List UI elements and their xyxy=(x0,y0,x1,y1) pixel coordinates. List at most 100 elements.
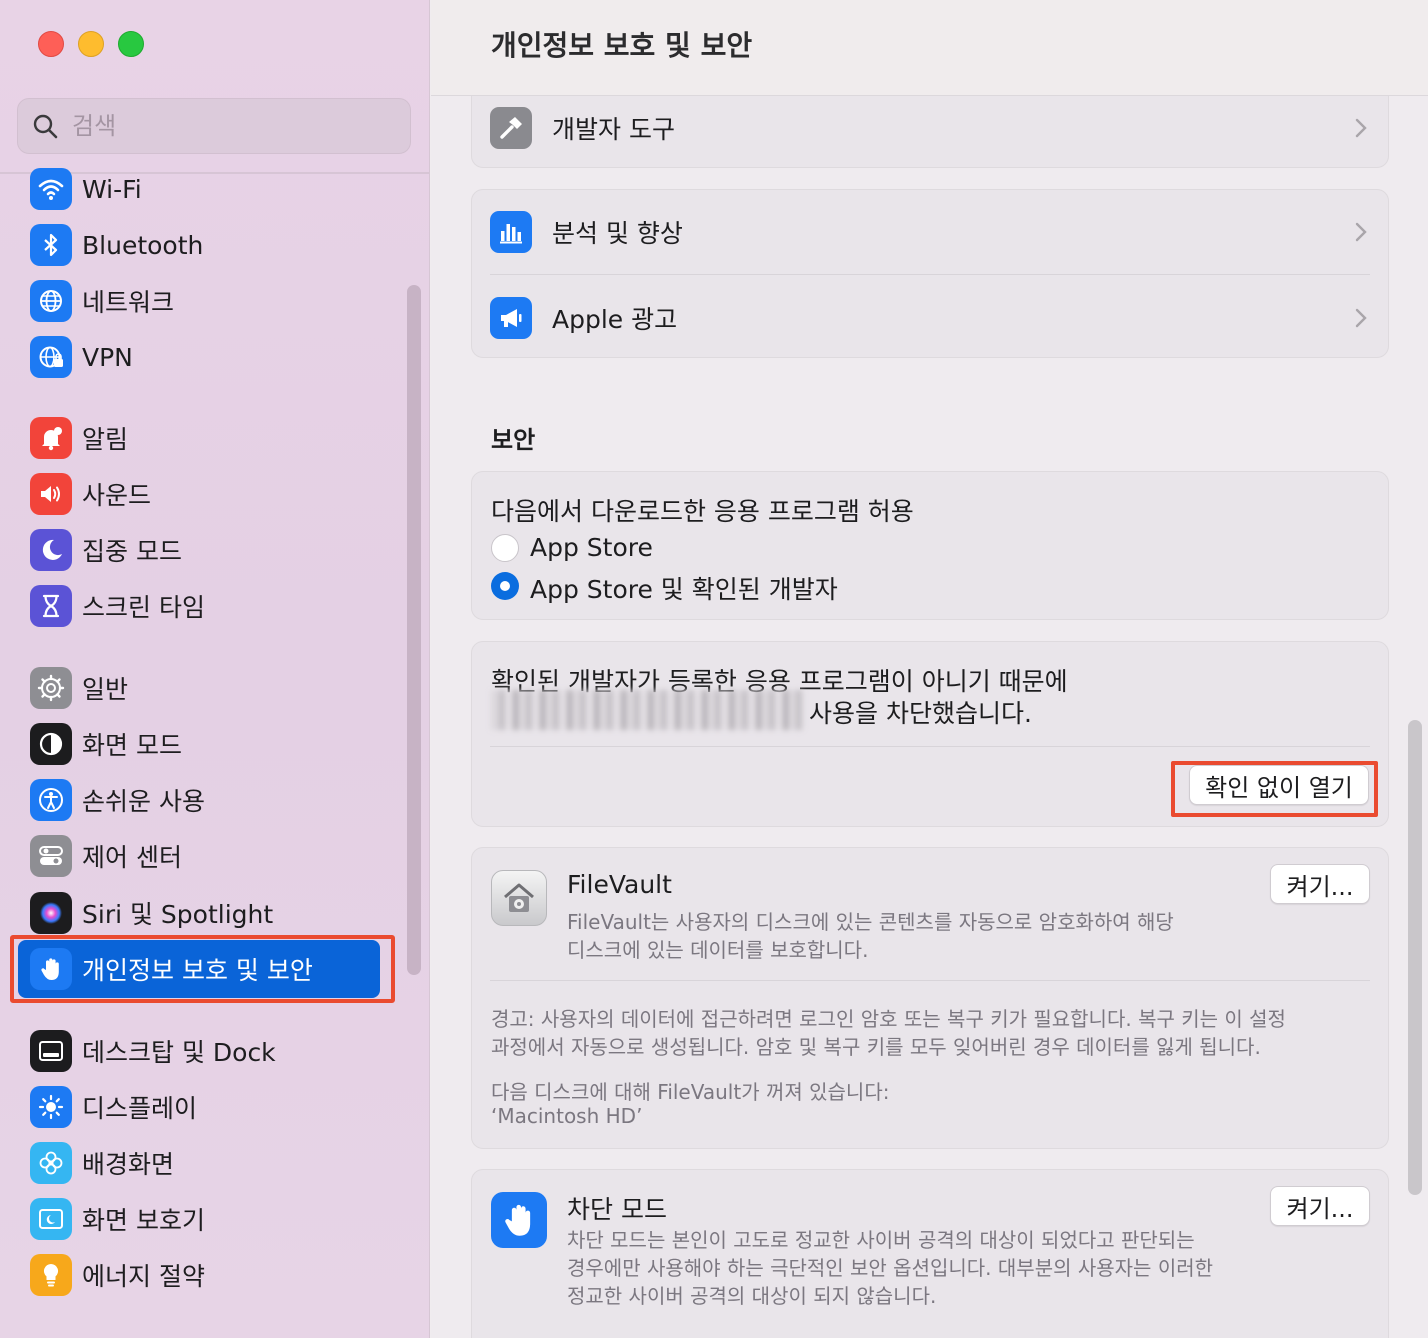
radio-app-store-identified-label: App Store 및 확인된 개발자 xyxy=(530,575,838,604)
sidebar-item-appearance[interactable]: 화면 모드 xyxy=(30,722,390,766)
sun-icon xyxy=(30,1086,72,1128)
sidebar-item-screen-time[interactable]: 스크린 타임 xyxy=(30,584,390,628)
megaphone-icon xyxy=(490,297,532,339)
filevault-disk-status: 다음 디스크에 대해 FileVault가 꺼져 있습니다: xyxy=(491,1080,890,1104)
sidebar-item-label: Siri 및 Spotlight xyxy=(82,900,274,929)
sidebar-item-label: 네트워크 xyxy=(82,288,175,317)
search-field[interactable] xyxy=(17,98,411,154)
vpn-globe-icon xyxy=(30,336,72,378)
bar-chart-icon xyxy=(490,211,532,253)
appearance-icon xyxy=(30,723,72,765)
security-section-title: 보안 xyxy=(491,426,536,454)
analytics-label: 분석 및 향상 xyxy=(552,219,683,248)
bell-icon xyxy=(30,417,72,459)
row-separator xyxy=(490,274,1370,275)
sidebar-item-bluetooth[interactable]: Bluetooth xyxy=(30,223,390,267)
hourglass-icon xyxy=(30,585,72,627)
page-title: 개인정보 보호 및 보안 xyxy=(491,29,753,62)
filevault-turn-on-button[interactable]: 켜기... xyxy=(1270,864,1370,904)
filevault-warning-line1: 경고: 사용자의 데이터에 접근하려면 로그인 암호 또는 복구 키가 필요합니… xyxy=(491,1007,1286,1031)
sidebar-item-network[interactable]: 네트워크 xyxy=(30,279,390,323)
zoom-button[interactable] xyxy=(118,31,144,57)
sidebar-item-label: 디스플레이 xyxy=(82,1094,198,1123)
filevault-house-icon xyxy=(491,870,547,926)
sidebar-scrollbar[interactable] xyxy=(407,285,421,975)
main-scrollbar[interactable] xyxy=(1408,720,1422,1195)
radio-app-store[interactable] xyxy=(491,534,519,562)
filevault-description-line1: FileVault는 사용자의 디스크에 있는 콘텐츠를 자동으로 암호화하여 … xyxy=(567,910,1174,934)
apple-ads-label: Apple 광고 xyxy=(552,305,678,334)
radio-app-store-identified[interactable] xyxy=(491,572,519,600)
hand-icon xyxy=(30,948,72,990)
sidebar-item-label: 알림 xyxy=(82,425,129,454)
sidebar-item-accessibility[interactable]: 손쉬운 사용 xyxy=(30,778,390,822)
minimize-button[interactable] xyxy=(78,31,104,57)
sidebar-item-focus[interactable]: 집중 모드 xyxy=(30,528,390,572)
hammer-icon xyxy=(490,107,532,149)
close-button[interactable] xyxy=(38,31,64,57)
sidebar-item-siri[interactable]: Siri 및 Spotlight xyxy=(30,891,390,935)
search-icon xyxy=(33,114,58,139)
wifi-icon xyxy=(30,168,72,210)
allow-apps-title: 다음에서 다운로드한 응용 프로그램 허용 xyxy=(491,497,914,526)
siri-icon xyxy=(30,892,72,934)
open-anyway-highlight xyxy=(1171,761,1378,817)
gear-icon xyxy=(30,667,72,709)
sidebar-item-privacy-security[interactable]: 개인정보 보호 및 보안 xyxy=(18,940,380,998)
lockdown-mode-title: 차단 모드 xyxy=(567,1195,667,1224)
sidebar-item-general[interactable]: 일반 xyxy=(30,666,390,710)
bluetooth-icon xyxy=(30,224,72,266)
sidebar-item-label: 제어 센터 xyxy=(82,843,182,872)
sidebar-item-label: VPN xyxy=(82,342,133,372)
lockdown-description-line2: 경우에만 사용해야 하는 극단적인 보안 옵션입니다. 대부분의 사용자는 이러… xyxy=(567,1256,1214,1280)
sidebar-item-label: 개인정보 보호 및 보안 xyxy=(82,956,313,985)
sidebar-item-displays[interactable]: 디스플레이 xyxy=(30,1085,390,1129)
moon-icon xyxy=(30,529,72,571)
redacted-app-name xyxy=(491,690,803,730)
sidebar-item-label: 에너지 절약 xyxy=(82,1262,205,1291)
sidebar-item-energy-saver[interactable]: 에너지 절약 xyxy=(30,1253,390,1297)
globe-icon xyxy=(30,280,72,322)
analytics-ads-card: 분석 및 향상 Apple 광고 xyxy=(471,189,1389,358)
sidebar-item-control-center[interactable]: 제어 센터 xyxy=(30,834,390,878)
sidebar-item-label: 데스크탑 및 Dock xyxy=(82,1038,276,1067)
sidebar-item-label: 화면 보호기 xyxy=(82,1206,205,1235)
toggles-icon xyxy=(30,835,72,877)
lockdown-turn-on-button[interactable]: 켜기... xyxy=(1270,1186,1370,1226)
window-controls xyxy=(38,31,144,57)
analytics-row[interactable]: 분석 및 향상 xyxy=(472,211,1388,253)
filevault-title: FileVault xyxy=(567,870,672,899)
main-pane: 개인정보 보호 및 보안 개발자 도구 분석 및 향상 Apple 광고 보안 … xyxy=(431,0,1428,1338)
sidebar-item-wifi[interactable]: Wi-Fi xyxy=(30,167,390,211)
chevron-right-icon xyxy=(1355,308,1367,328)
sidebar-item-sound[interactable]: 사운드 xyxy=(30,472,390,516)
sidebar-item-desktop-dock[interactable]: 데스크탑 및 Dock xyxy=(30,1029,390,1073)
lockdown-description-line1: 차단 모드는 본인이 고도로 정교한 사이버 공격의 대상이 되었다고 판단되는 xyxy=(567,1228,1195,1252)
sidebar-item-vpn[interactable]: VPN xyxy=(30,335,390,379)
radio-app-store-label: App Store xyxy=(530,533,653,562)
sidebar-item-label: 스크린 타임 xyxy=(82,593,205,622)
blocked-message-line2: 사용을 차단했습니다. xyxy=(809,699,1032,728)
flower-icon xyxy=(30,1142,72,1184)
sidebar-item-label: Wi-Fi xyxy=(82,174,142,204)
lockdown-mode-card: 차단 모드 차단 모드는 본인이 고도로 정교한 사이버 공격의 대상이 되었다… xyxy=(471,1169,1389,1338)
allow-apps-card: 다음에서 다운로드한 응용 프로그램 허용 App Store App Stor… xyxy=(471,471,1389,620)
accessibility-icon xyxy=(30,779,72,821)
sidebar-item-label: Bluetooth xyxy=(82,230,204,260)
screensaver-icon xyxy=(30,1198,72,1240)
row-separator xyxy=(490,980,1370,981)
apple-ads-row[interactable]: Apple 광고 xyxy=(472,297,1388,339)
search-input[interactable] xyxy=(72,112,372,140)
sidebar-item-label: 사운드 xyxy=(82,481,152,510)
sidebar-item-label: 손쉬운 사용 xyxy=(82,787,205,816)
dock-icon xyxy=(30,1030,72,1072)
sidebar-item-notifications[interactable]: 알림 xyxy=(30,416,390,460)
sidebar-item-wallpaper[interactable]: 배경화면 xyxy=(30,1141,390,1185)
speaker-icon xyxy=(30,473,72,515)
bulb-icon xyxy=(30,1254,72,1296)
title-bar: 개인정보 보호 및 보안 xyxy=(431,0,1428,96)
sidebar-item-screen-saver[interactable]: 화면 보호기 xyxy=(30,1197,390,1241)
sidebar-item-label: 집중 모드 xyxy=(82,537,182,566)
sidebar-item-label: 일반 xyxy=(82,675,129,704)
developer-tools-row[interactable]: 개발자 도구 xyxy=(472,107,1388,149)
